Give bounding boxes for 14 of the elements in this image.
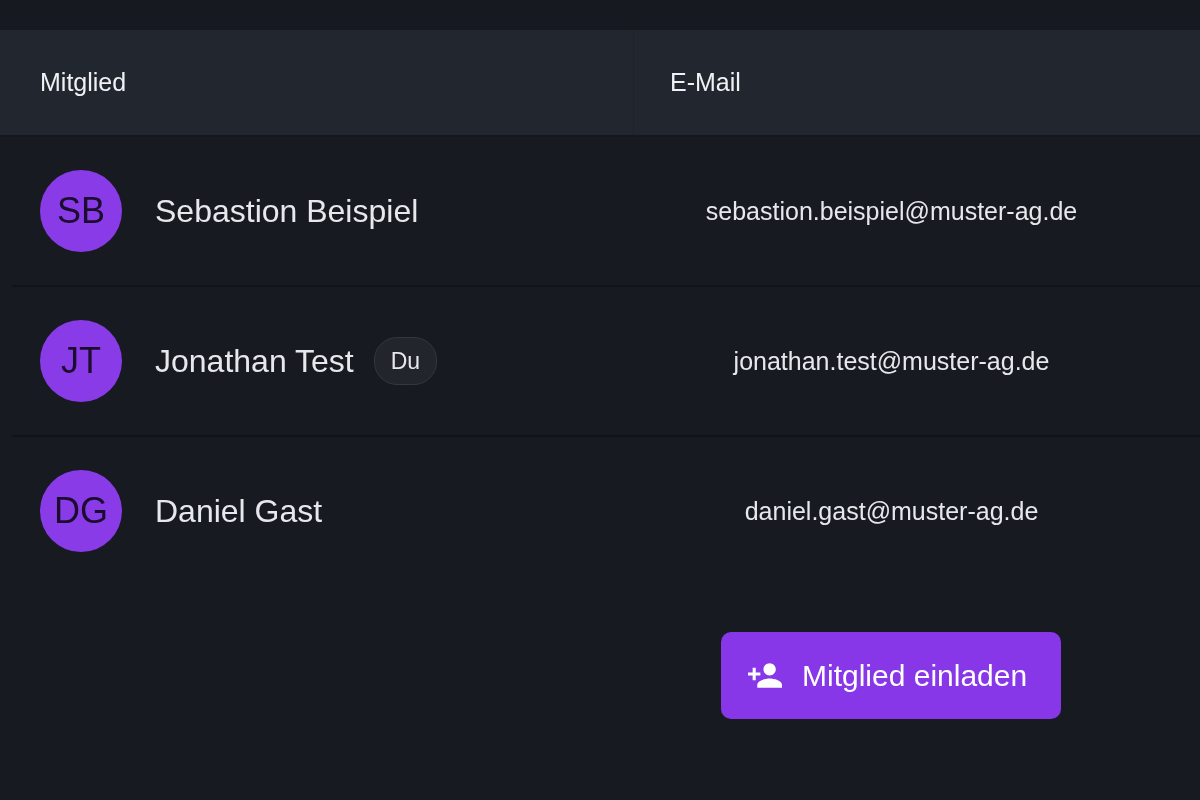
you-badge: Du: [373, 337, 438, 385]
avatar-initials: SB: [40, 170, 122, 252]
member-name: Jonathan Test: [155, 342, 354, 380]
member-name: Sebastion Beispiel: [155, 192, 419, 230]
member-name: Daniel Gast: [155, 492, 323, 530]
email-text: sebastion.beispiel@muster-ag.de: [705, 196, 1078, 226]
avatar-initials: DG: [40, 470, 122, 552]
email-text: daniel.gast@muster-ag.de: [744, 496, 1039, 526]
invite-member-button[interactable]: Mitglied einladen: [721, 632, 1062, 719]
email-text: jonathan.test@muster-ag.de: [733, 346, 1050, 376]
avatar-initials: JT: [40, 320, 122, 402]
person-add-icon: [748, 663, 782, 688]
column-header: Mitglied: [40, 68, 127, 97]
column-header: E-Mail: [670, 68, 741, 97]
